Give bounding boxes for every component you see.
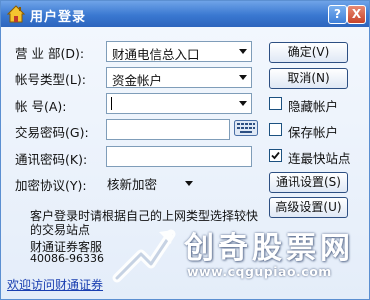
chevron-down-icon[interactable]: [239, 75, 247, 80]
comm-password-label: 通讯密码(K):: [15, 152, 88, 167]
comm-password-field[interactable]: [106, 146, 252, 167]
account-type-value: 资金帐户: [112, 73, 163, 88]
branch-label: 营 业 部(D):: [15, 46, 85, 61]
help-button[interactable]: ?: [328, 5, 347, 24]
window-title: 用户登录: [30, 10, 87, 25]
encryption-label: 加密协议(Y):: [15, 178, 87, 193]
cancel-button[interactable]: 取消(N): [269, 68, 348, 89]
account-type-select[interactable]: 资金帐户: [106, 67, 252, 88]
trade-password-field[interactable]: [106, 119, 230, 140]
close-button[interactable]: X: [347, 5, 366, 24]
save-account-label: 保存帐户: [288, 125, 339, 140]
text-caret: [111, 97, 112, 110]
chevron-down-icon[interactable]: [185, 181, 193, 186]
phone-text: 40086-96336: [30, 252, 104, 265]
comm-settings-button[interactable]: 通讯设置(S): [269, 172, 348, 193]
encryption-value[interactable]: 核新加密: [107, 174, 157, 193]
keyboard-icon[interactable]: [234, 120, 258, 136]
watermark-url: www.cqgupiao.com: [187, 264, 332, 279]
hide-account-label: 隐藏帐户: [288, 99, 339, 114]
branch-value: 财通电信总入口: [112, 47, 200, 62]
chevron-down-icon[interactable]: [239, 49, 247, 54]
hide-account-checkbox[interactable]: [269, 97, 282, 110]
fastest-site-label: 连最快站点: [288, 151, 351, 166]
account-input[interactable]: [106, 93, 252, 114]
title-bar[interactable]: 用户登录 ? X: [1, 1, 369, 27]
login-dialog: 用户登录 ? X 营 业 部(D): 财通电信总入口 帐号类型(L): 资金帐户…: [0, 0, 370, 300]
account-type-label: 帐号类型(L):: [15, 72, 86, 87]
branch-select[interactable]: 财通电信总入口: [106, 41, 252, 62]
footer-link[interactable]: 欢迎访问财通证券: [7, 276, 103, 293]
home-icon: [6, 5, 26, 23]
chevron-down-icon[interactable]: [239, 101, 247, 106]
checkmark-icon: [271, 151, 280, 160]
save-account-checkbox[interactable]: [269, 123, 282, 136]
account-label: 帐 号(A):: [15, 99, 67, 114]
watermark-logo-icon: [112, 229, 176, 283]
watermark-title: 创奇股票网: [184, 231, 354, 266]
trade-password-label: 交易密码(G):: [15, 125, 89, 140]
advanced-settings-button[interactable]: 高级设置(U): [269, 197, 348, 218]
fastest-site-checkbox[interactable]: [269, 149, 282, 162]
ok-button[interactable]: 确定(V): [269, 42, 348, 63]
